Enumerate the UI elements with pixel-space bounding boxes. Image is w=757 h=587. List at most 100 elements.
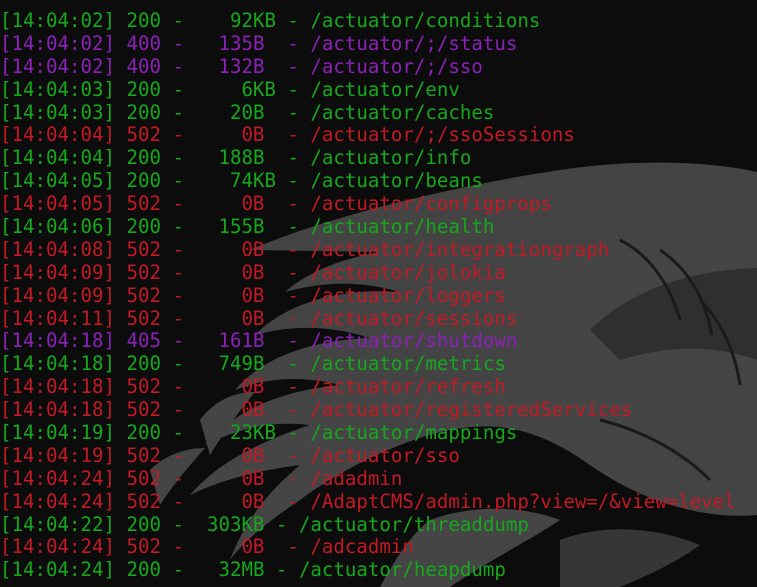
log-size: 749B: [218, 352, 265, 376]
log-size: 0B: [241, 443, 265, 467]
log-path: /actuator/jolokia: [310, 260, 506, 284]
log-time: [14:04:09]: [0, 260, 115, 284]
log-time: [14:04:24]: [0, 558, 115, 582]
log-line: [14:04:19] 200 - 23KB - /actuator/mappin…: [0, 421, 518, 445]
log-status: 405: [126, 329, 161, 353]
log-size: 0B: [241, 123, 265, 147]
log-size: 303KB: [206, 512, 265, 536]
log-time: [14:04:18]: [0, 398, 115, 422]
log-size: 23KB: [229, 421, 276, 445]
log-size: 74KB: [229, 169, 276, 193]
log-time: [14:04:04]: [0, 146, 115, 170]
log-path: /adadmin: [310, 466, 403, 490]
log-time: [14:04:03]: [0, 100, 115, 124]
log-path: /actuator/;/sso: [310, 54, 483, 78]
log-status: 502: [126, 260, 161, 284]
log-time: [14:04:02]: [0, 9, 115, 32]
log-line: [14:04:06] 200 - 155B - /actuator/health: [0, 215, 495, 239]
log-path: /actuator/;/status: [310, 31, 518, 55]
log-line: [14:04:11] 502 - 0B - /actuator/sessions: [0, 306, 518, 330]
log-path: /actuator/caches: [310, 100, 495, 124]
log-status: 200: [126, 77, 161, 101]
log-line: [14:04:08] 502 - 0B - /actuator/integrat…: [0, 237, 610, 261]
log-line: [14:04:04] 502 - 0B - /actuator/;/ssoSes…: [0, 123, 575, 147]
log-status: 502: [126, 398, 161, 422]
log-size: 0B: [241, 306, 265, 330]
log-size: 0B: [241, 283, 265, 307]
log-status: 502: [126, 123, 161, 147]
log-size: 0B: [241, 466, 265, 490]
log-time: [14:04:09]: [0, 283, 115, 307]
log-path: /actuator/conditions: [310, 9, 541, 32]
log-path: /actuator/metrics: [310, 352, 506, 376]
log-path: /AdaptCMS/admin.php?view=/&view=level: [310, 489, 736, 513]
log-line: [14:04:05] 502 - 0B - /actuator/configpr…: [0, 192, 552, 216]
log-time: [14:04:05]: [0, 192, 115, 216]
log-status: 200: [126, 421, 161, 445]
log-status: 200: [126, 100, 161, 124]
log-time: [14:04:24]: [0, 535, 115, 559]
log-line: [14:04:18] 502 - 0B - /actuator/register…: [0, 398, 633, 422]
log-line: [14:04:03] 200 - 20B - /actuator/caches: [0, 100, 495, 124]
log-line: [14:04:24] 200 - 32MB - /actuator/heapdu…: [0, 558, 506, 582]
log-path: /actuator/mappings: [310, 421, 518, 445]
log-status: 200: [126, 169, 161, 193]
log-line: [14:04:24] 502 - 0B - /adadmin: [0, 466, 403, 490]
log-size: 32MB: [218, 558, 265, 582]
log-time: [14:04:18]: [0, 352, 115, 376]
log-line: [14:04:09] 502 - 0B - /actuator/jolokia: [0, 260, 506, 284]
log-path: /actuator/loggers: [310, 283, 506, 307]
log-size: 0B: [241, 375, 265, 399]
log-line: [14:04:24] 502 - 0B - /AdaptCMS/admin.ph…: [0, 489, 736, 513]
log-line: [14:04:18] 405 - 161B - /actuator/shutdo…: [0, 329, 518, 353]
log-line: [14:04:18] 200 - 749B - /actuator/metric…: [0, 352, 506, 376]
log-path: /actuator/heapdump: [298, 558, 506, 582]
log-line: [14:04:02] 400 - 132B - /actuator/;/sso: [0, 54, 483, 78]
log-path: /actuator/sso: [310, 443, 460, 467]
log-time: [14:04:19]: [0, 443, 115, 467]
terminal-window[interactable]: [14:04:02] 200 - 92KB - /actuator/condit…: [0, 0, 757, 587]
log-status: 502: [126, 192, 161, 216]
log-size: 0B: [241, 260, 265, 284]
log-time: [14:04:05]: [0, 169, 115, 193]
log-status: 200: [126, 9, 161, 32]
log-time: [14:04:24]: [0, 466, 115, 490]
log-line: [14:04:18] 502 - 0B - /actuator/refresh: [0, 375, 506, 399]
log-size: 0B: [241, 237, 265, 261]
log-time: [14:04:24]: [0, 489, 115, 513]
log-time: [14:04:04]: [0, 123, 115, 147]
log-status: 200: [126, 146, 161, 170]
log-line: [14:04:24] 502 - 0B - /adcadmin: [0, 535, 414, 559]
log-status: 200: [126, 512, 161, 536]
log-size: 161B: [218, 329, 265, 353]
log-path: /actuator/refresh: [310, 375, 506, 399]
log-status: 502: [126, 443, 161, 467]
log-status: 502: [126, 237, 161, 261]
log-size: 0B: [241, 535, 265, 559]
log-output: [14:04:02] 200 - 92KB - /actuator/condit…: [0, 9, 736, 582]
log-line: [14:04:04] 200 - 188B - /actuator/info: [0, 146, 472, 170]
log-time: [14:04:06]: [0, 215, 115, 239]
log-time: [14:04:18]: [0, 329, 115, 353]
log-time: [14:04:08]: [0, 237, 115, 261]
log-status: 502: [126, 535, 161, 559]
log-line: [14:04:02] 200 - 92KB - /actuator/condit…: [0, 9, 541, 32]
log-line: [14:04:19] 502 - 0B - /actuator/sso: [0, 443, 460, 467]
log-path: /actuator/shutdown: [310, 329, 518, 353]
log-path: /actuator/env: [310, 77, 460, 101]
log-size: 20B: [229, 100, 265, 124]
log-path: /actuator/;/ssoSessions: [310, 123, 575, 147]
log-size: 0B: [241, 192, 265, 216]
log-path: /actuator/threaddump: [298, 512, 529, 536]
log-line: [14:04:03] 200 - 6KB - /actuator/env: [0, 77, 460, 101]
log-status: 200: [126, 558, 161, 582]
log-time: [14:04:22]: [0, 512, 115, 536]
log-path: /actuator/beans: [310, 169, 483, 193]
log-size: 0B: [241, 398, 265, 422]
log-time: [14:04:02]: [0, 54, 115, 78]
log-status: 400: [126, 31, 161, 55]
log-time: [14:04:19]: [0, 421, 115, 445]
log-status: 502: [126, 489, 161, 513]
log-size: 92KB: [229, 9, 276, 32]
log-path: /actuator/sessions: [310, 306, 518, 330]
